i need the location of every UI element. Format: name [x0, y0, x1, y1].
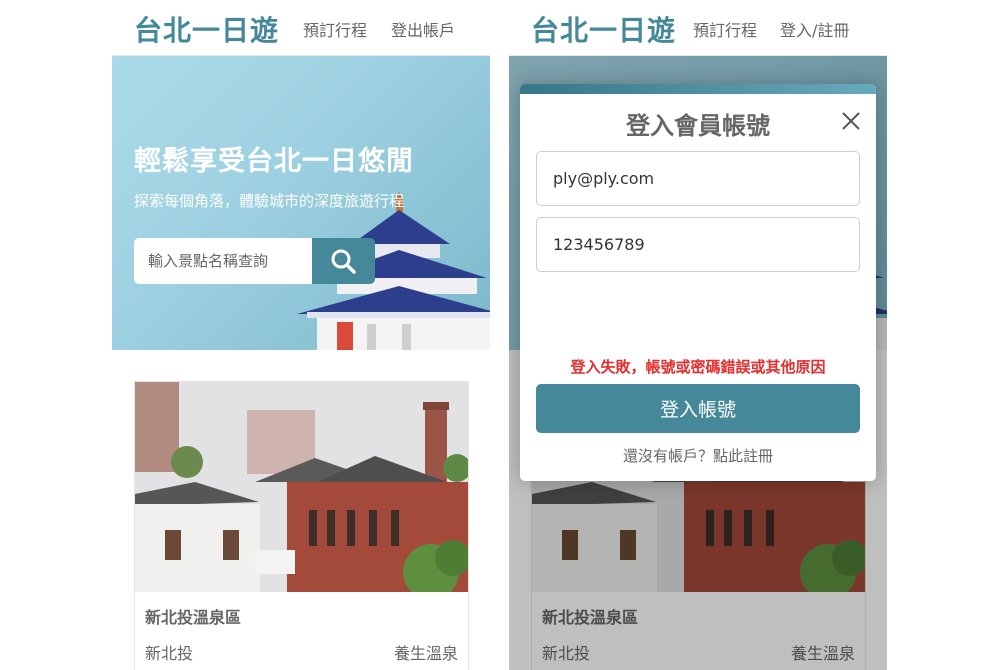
homepage-screen: 台北一日遊 預訂行程 登出帳戶 輕鬆享受台北一日悠閒 探索每個角落，體驗城市的深… — [112, 0, 490, 670]
password-field[interactable] — [536, 217, 860, 272]
brand-logo[interactable]: 台北一日遊 — [531, 9, 676, 49]
nav-login-link[interactable]: 登入/註冊 — [780, 17, 849, 41]
nav-book-link[interactable]: 預訂行程 — [303, 17, 367, 41]
nav-logout-link[interactable]: 登出帳戶 — [391, 17, 455, 41]
hero-subtitle: 探索每個角落，體驗城市的深度旅遊行程 — [134, 192, 405, 210]
modal-accent-bar — [520, 84, 876, 94]
brand-logo[interactable]: 台北一日遊 — [134, 9, 279, 49]
error-message: 登入失敗，帳號或密碼錯誤或其他原因 — [570, 358, 826, 376]
card-title: 新北投溫泉區 — [145, 608, 242, 627]
card-location: 新北投 — [145, 644, 194, 663]
signup-link[interactable]: 還沒有帳戶？點此註冊 — [520, 445, 876, 466]
navbar: 台北一日遊 預訂行程 登入/註冊 — [509, 0, 887, 56]
email-field[interactable] — [536, 151, 860, 206]
hero-banner: 輕鬆享受台北一日悠閒 探索每個角落，體驗城市的深度旅遊行程 — [112, 56, 490, 350]
nav-book-link[interactable]: 預訂行程 — [693, 17, 757, 41]
modal-title: 登入會員帳號 — [626, 112, 770, 140]
card-category: 養生溫泉 — [393, 644, 458, 663]
attraction-card[interactable]: 新北投溫泉區 新北投 養生溫泉 — [134, 381, 469, 670]
search-button[interactable] — [312, 238, 375, 284]
login-modal-screen: 台北一日遊 預訂行程 登入/註冊 新北投溫泉區 新北投 養生溫泉 登入會員帳號 … — [509, 0, 887, 670]
attraction-image — [135, 382, 468, 592]
navbar: 台北一日遊 預訂行程 登出帳戶 — [112, 0, 490, 56]
close-icon[interactable] — [840, 110, 862, 132]
login-modal: 登入會員帳號 登入失敗，帳號或密碼錯誤或其他原因 登入帳號 還沒有帳戶？點此註冊 — [520, 84, 876, 481]
search-icon — [331, 249, 356, 274]
search-input[interactable] — [134, 238, 312, 284]
login-button[interactable]: 登入帳號 — [536, 384, 860, 433]
hero-title: 輕鬆享受台北一日悠閒 — [134, 146, 414, 177]
